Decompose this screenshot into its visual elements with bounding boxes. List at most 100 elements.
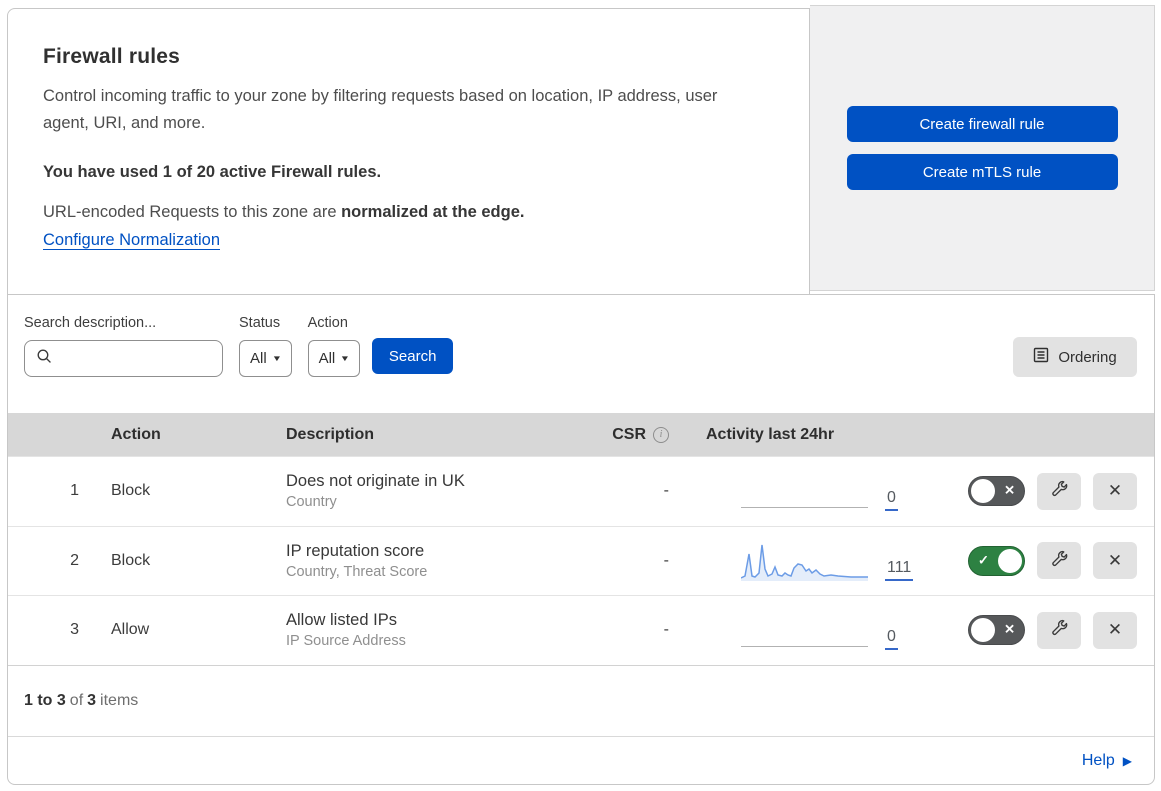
rule-action: Block xyxy=(111,482,151,500)
rule-priority: 1 xyxy=(70,482,79,500)
header-activity: Activity last 24hr xyxy=(706,425,835,443)
search-icon xyxy=(36,348,53,370)
delete-rule-button[interactable]: ✕ xyxy=(1093,542,1137,580)
rule-description: IP reputation score xyxy=(286,541,425,560)
toggle-knob xyxy=(971,618,995,643)
rule-description-cell: Allow listed IPs IP Source Address xyxy=(286,611,571,649)
intro-card: Firewall rules Control incoming traffic … xyxy=(7,8,810,295)
activity-sparkline xyxy=(741,471,868,511)
rule-enabled-toggle[interactable]: ✓ ✕ xyxy=(968,615,1025,646)
chevron-down-icon: ▼ xyxy=(271,354,282,363)
rule-activity-cell: 0 xyxy=(681,610,951,651)
header-csr: CSR i xyxy=(571,426,681,444)
page-description: Control incoming traffic to your zone by… xyxy=(43,87,718,132)
ordering-list-icon xyxy=(1033,347,1049,367)
status-dropdown-value: All xyxy=(250,350,267,367)
rule-description: Does not originate in UK xyxy=(286,472,465,491)
rule-fields: Country, Threat Score xyxy=(286,563,428,580)
table-row: 2 Block IP reputation score Country, Thr… xyxy=(8,525,1154,596)
edit-rule-button[interactable] xyxy=(1037,611,1081,649)
rule-controls: ✓ ✕ ✕ xyxy=(951,472,1154,510)
configure-normalization-link[interactable]: Configure Normalization xyxy=(43,231,220,250)
x-icon: ✕ xyxy=(1004,483,1015,499)
activity-count-link[interactable]: 111 xyxy=(885,558,914,581)
edit-rule-button[interactable] xyxy=(1037,542,1081,580)
edit-rule-button[interactable] xyxy=(1037,472,1081,510)
status-label: Status xyxy=(239,315,281,331)
normalization-bold: normalized at the edge. xyxy=(341,203,525,221)
normalization-note: URL-encoded Requests to this zone are no… xyxy=(43,203,761,222)
x-icon: ✕ xyxy=(1004,622,1015,638)
header-csr-label: CSR xyxy=(612,425,646,443)
normalization-prefix: URL-encoded Requests to this zone are xyxy=(43,203,342,221)
ordering-button-label: Ordering xyxy=(1058,348,1117,366)
top-section: Firewall rules Control incoming traffic … xyxy=(7,5,1155,295)
toggle-knob xyxy=(971,479,995,504)
create-rules-panel: Create firewall rule Create mTLS rule xyxy=(810,5,1155,291)
page-title: Firewall rules xyxy=(43,45,181,68)
rule-action: Allow xyxy=(111,621,150,639)
rule-controls: ✓ ✕ ✕ xyxy=(951,542,1154,580)
activity-sparkline xyxy=(741,541,868,581)
activity-count-link[interactable]: 0 xyxy=(885,488,898,512)
close-icon: ✕ xyxy=(1107,620,1123,640)
rule-enabled-toggle[interactable]: ✓ ✕ xyxy=(968,545,1025,576)
header-description: Description xyxy=(286,425,375,443)
rule-activity-cell: 0 xyxy=(681,471,951,512)
search-button[interactable]: Search xyxy=(372,338,454,374)
range-text: 1 to 3 xyxy=(24,692,66,710)
search-input[interactable] xyxy=(24,340,223,377)
rule-fields: Country xyxy=(286,494,337,511)
ordering-button[interactable]: Ordering xyxy=(1013,337,1137,377)
items-text: items xyxy=(100,692,139,710)
help-link[interactable]: Help ▶ xyxy=(1082,752,1132,770)
table-row: 1 Block Does not originate in UK Country… xyxy=(8,456,1154,526)
wrench-icon xyxy=(1050,479,1069,503)
rule-activity-cell: 111 xyxy=(681,541,951,581)
rule-description-cell: Does not originate in UK Country xyxy=(286,472,571,510)
action-dropdown-value: All xyxy=(318,350,336,367)
rule-priority: 3 xyxy=(70,621,79,639)
header-action: Action xyxy=(111,425,161,443)
rule-priority: 2 xyxy=(70,551,79,569)
activity-count-link[interactable]: 0 xyxy=(885,627,898,651)
help-label: Help xyxy=(1081,751,1115,769)
firewall-rules-page: Firewall rules Control incoming traffic … xyxy=(0,0,1161,791)
activity-sparkline xyxy=(741,610,868,650)
table-row: 3 Allow Allow listed IPs IP Source Addre… xyxy=(8,595,1154,665)
rule-description: Allow listed IPs xyxy=(286,611,397,630)
rules-list-card: Search description... Status All ▼ Actio… xyxy=(7,294,1155,785)
rule-fields: IP Source Address xyxy=(286,633,406,650)
status-dropdown[interactable]: All ▼ xyxy=(239,340,292,377)
search-group: Search description... xyxy=(24,315,223,377)
rule-controls: ✓ ✕ ✕ xyxy=(951,611,1154,649)
rule-enabled-toggle[interactable]: ✓ ✕ xyxy=(968,476,1025,507)
rule-description-cell: IP reputation score Country, Threat Scor… xyxy=(286,542,571,580)
create-mtls-rule-button[interactable]: Create mTLS rule xyxy=(846,154,1118,190)
status-filter-group: Status All ▼ xyxy=(239,315,292,377)
arrow-right-icon: ▶ xyxy=(1122,753,1132,768)
wrench-icon xyxy=(1050,549,1069,573)
delete-rule-button[interactable]: ✕ xyxy=(1093,472,1137,510)
close-icon: ✕ xyxy=(1107,481,1123,501)
delete-rule-button[interactable]: ✕ xyxy=(1093,611,1137,649)
close-icon: ✕ xyxy=(1107,550,1123,570)
action-dropdown[interactable]: All ▼ xyxy=(307,340,361,377)
check-icon: ✓ xyxy=(978,552,989,568)
info-icon[interactable]: i xyxy=(653,426,669,443)
action-label: Action xyxy=(307,315,348,331)
total-count: 3 xyxy=(87,692,97,710)
rule-csr: - xyxy=(663,551,669,569)
table-header: Action Description CSR i Activity last 2… xyxy=(8,413,1154,457)
rule-csr: - xyxy=(663,482,669,500)
rule-csr: - xyxy=(663,621,669,639)
chevron-down-icon: ▼ xyxy=(340,354,351,363)
rule-action: Block xyxy=(111,551,151,569)
help-row: Help ▶ xyxy=(8,736,1154,784)
create-firewall-rule-button[interactable]: Create firewall rule xyxy=(846,106,1118,142)
pagination-summary: 1 to 3 of 3 items xyxy=(8,664,1154,737)
filter-bar: Search description... Status All ▼ Actio… xyxy=(8,295,1154,413)
search-label: Search description... xyxy=(24,315,157,331)
action-filter-group: Action All ▼ xyxy=(307,315,361,377)
of-text: of xyxy=(69,692,84,710)
